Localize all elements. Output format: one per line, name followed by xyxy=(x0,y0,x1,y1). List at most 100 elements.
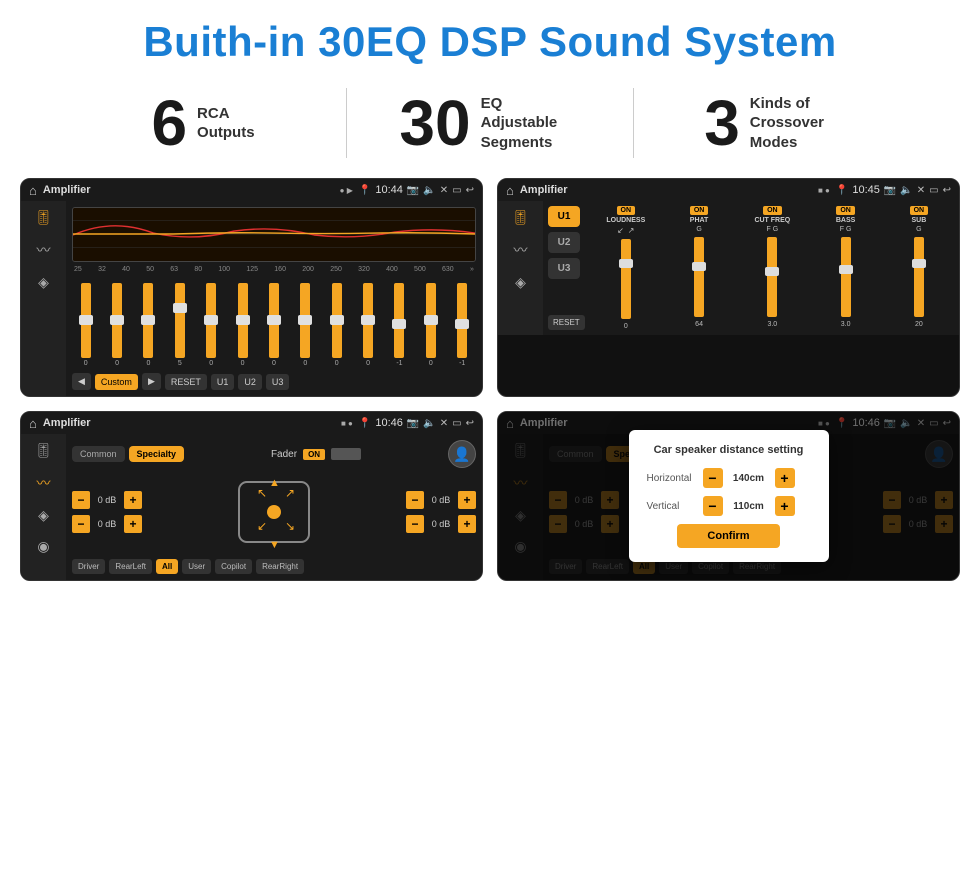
cutfreq-on-badge: ON xyxy=(763,206,782,215)
db-minus-2[interactable]: − xyxy=(72,515,90,533)
eq-vol-icon: 🔈 xyxy=(423,185,435,196)
phat-label: PHAT xyxy=(690,217,709,224)
freq-320: 320 xyxy=(358,266,370,273)
crossover-sidebar-icon-1[interactable]: 🎚 xyxy=(512,209,530,226)
fader-sidebar: 🎚 〰 ◈ ◉ xyxy=(21,434,66,580)
freq-160: 160 xyxy=(274,266,286,273)
crossover-sidebar-icon-3[interactable]: ◈ xyxy=(515,274,526,291)
fader-btn-user[interactable]: User xyxy=(182,559,211,574)
screen-crossover: ⌂ Amplifier ■ ● 📍 10:45 📷 🔈 ✕ ▭ ↩ 🎚 〰 ◈ xyxy=(497,178,960,397)
dialog-horizontal-plus[interactable]: + xyxy=(775,468,795,488)
stat-rca: 6 RCAOutputs xyxy=(60,91,346,155)
eq-custom-btn[interactable]: Custom xyxy=(95,374,138,390)
eq-slider-4: 5 xyxy=(175,283,185,367)
eq-cam-icon: 📷 xyxy=(407,185,419,196)
eq-graph-svg xyxy=(73,208,475,261)
freq-25: 25 xyxy=(74,266,82,273)
freq-400: 400 xyxy=(386,266,398,273)
eq-u3-btn[interactable]: U3 xyxy=(266,374,290,390)
crossover-controls-grid: ON LOUDNESS ↙↗ 0 ON PHAT G 64 xyxy=(591,206,954,330)
preset-u1[interactable]: U1 xyxy=(548,206,580,227)
ctrl-sub: ON SUB G 20 xyxy=(884,206,954,330)
fader-btn-rearleft[interactable]: RearLeft xyxy=(109,559,152,574)
phat-g-label: G xyxy=(696,226,701,233)
fader-x-icon: ✕ xyxy=(440,418,448,429)
stat-number-3: 3 xyxy=(704,91,740,155)
fader-main-area: Common Specialty Fader ON 👤 − 0 dB xyxy=(66,434,482,580)
eq-slider-6: 0 xyxy=(238,283,248,367)
fader-tab-common[interactable]: Common xyxy=(72,446,125,462)
db-plus-4[interactable]: + xyxy=(458,515,476,533)
eq-rect-icon: ▭ xyxy=(452,185,461,196)
confirm-button[interactable]: Confirm xyxy=(677,524,779,548)
eq-slider-13: -1 xyxy=(457,283,467,367)
speaker-svg: ↖ ↗ ↙ ↘ ▲ ▼ xyxy=(229,472,319,552)
home-icon-eq: ⌂ xyxy=(29,183,37,198)
dialog-vertical-minus[interactable]: − xyxy=(703,496,723,516)
preset-u3[interactable]: U3 xyxy=(548,258,580,279)
stat-eq: 30 EQ AdjustableSegments xyxy=(347,91,633,155)
fader-sidebar-icon-2[interactable]: 〰 xyxy=(37,473,51,493)
cutfreq-label: CUT FREQ xyxy=(754,217,790,224)
fader-on-badge: ON xyxy=(303,449,325,460)
eq-slider-10: 0 xyxy=(363,283,373,367)
svg-text:↙: ↙ xyxy=(257,519,267,533)
fader-btn-driver[interactable]: Driver xyxy=(72,559,105,574)
dialog-horizontal-minus[interactable]: − xyxy=(703,468,723,488)
db-plus-3[interactable]: + xyxy=(458,491,476,509)
fader-tab-specialty[interactable]: Specialty xyxy=(129,446,185,462)
freq-40: 40 xyxy=(122,266,130,273)
fader-sidebar-icon-1[interactable]: 🎚 xyxy=(35,442,53,459)
phat-slider xyxy=(694,237,704,317)
freq-200: 200 xyxy=(302,266,314,273)
eq-u1-btn[interactable]: U1 xyxy=(211,374,235,390)
sub-g-label: G xyxy=(916,226,921,233)
eq-sidebar-icon-3[interactable]: ◈ xyxy=(38,274,49,291)
eq-slider-12: 0 xyxy=(426,283,436,367)
eq-sidebar-icon-1[interactable]: 🎚 xyxy=(35,209,53,226)
eq-prev-btn[interactable]: ◀ xyxy=(72,373,91,390)
eq-sidebar-icon-2[interactable]: 〰 xyxy=(37,240,51,260)
crossover-app-name: Amplifier xyxy=(520,184,812,196)
ctrl-cutfreq: ON CUT FREQ F G 3.0 xyxy=(737,206,807,330)
fader-rect-icon: ▭ xyxy=(452,418,461,429)
eq-freq-labels: 25 32 40 50 63 80 100 125 160 200 250 32… xyxy=(72,266,476,273)
db-plus-2[interactable]: + xyxy=(124,515,142,533)
db-control-2: − 0 dB + xyxy=(72,515,142,533)
freq-arrow: » xyxy=(470,266,474,273)
crossover-status-icons: 📍 10:45 📷 🔈 ✕ ▭ ↩ xyxy=(836,184,951,196)
svg-text:▲: ▲ xyxy=(269,477,280,489)
crossover-reset-btn[interactable]: RESET xyxy=(548,315,585,330)
eq-sidebar: 🎚 〰 ◈ xyxy=(21,201,66,396)
home-icon-fader: ⌂ xyxy=(29,416,37,431)
db-minus-4[interactable]: − xyxy=(406,515,424,533)
db-minus-1[interactable]: − xyxy=(72,491,90,509)
freq-50: 50 xyxy=(146,266,154,273)
fader-btn-rearright[interactable]: RearRight xyxy=(256,559,304,574)
crossover-status-bar: ⌂ Amplifier ■ ● 📍 10:45 📷 🔈 ✕ ▭ ↩ xyxy=(498,179,959,201)
loudness-val: 0 xyxy=(624,323,628,330)
crossover-sidebar-icon-2[interactable]: 〰 xyxy=(514,240,528,260)
eq-main-area: 25 32 40 50 63 80 100 125 160 200 250 32… xyxy=(66,201,482,396)
db-minus-3[interactable]: − xyxy=(406,491,424,509)
fader-profile-icon[interactable]: 👤 xyxy=(448,440,476,468)
eq-slider-5: 0 xyxy=(206,283,216,367)
fader-sidebar-icon-4[interactable]: ◉ xyxy=(37,538,49,555)
eq-reset-btn[interactable]: RESET xyxy=(165,374,207,390)
crossover-main-area: U1 U2 U3 RESET ON LOUDNESS ↙↗ 0 xyxy=(543,201,959,335)
fader-btn-all[interactable]: All xyxy=(156,559,178,574)
freq-500: 500 xyxy=(414,266,426,273)
fader-body: − 0 dB + − 0 dB + xyxy=(72,472,476,552)
preset-u2[interactable]: U2 xyxy=(548,232,580,253)
fader-slider-mini[interactable] xyxy=(331,448,361,460)
fader-bottom-row: Driver RearLeft All User Copilot RearRig… xyxy=(72,559,476,574)
eq-next-btn[interactable]: ▶ xyxy=(142,373,161,390)
fader-btn-copilot[interactable]: Copilot xyxy=(215,559,252,574)
db-plus-1[interactable]: + xyxy=(124,491,142,509)
fader-sidebar-icon-3[interactable]: ◈ xyxy=(38,507,49,524)
eq-u2-btn[interactable]: U2 xyxy=(238,374,262,390)
db-control-4: − 0 dB + xyxy=(406,515,476,533)
dialog-vertical-plus[interactable]: + xyxy=(775,496,795,516)
distance-dialog: Car speaker distance setting Horizontal … xyxy=(629,430,829,562)
dialog-title: Car speaker distance setting xyxy=(647,444,811,456)
